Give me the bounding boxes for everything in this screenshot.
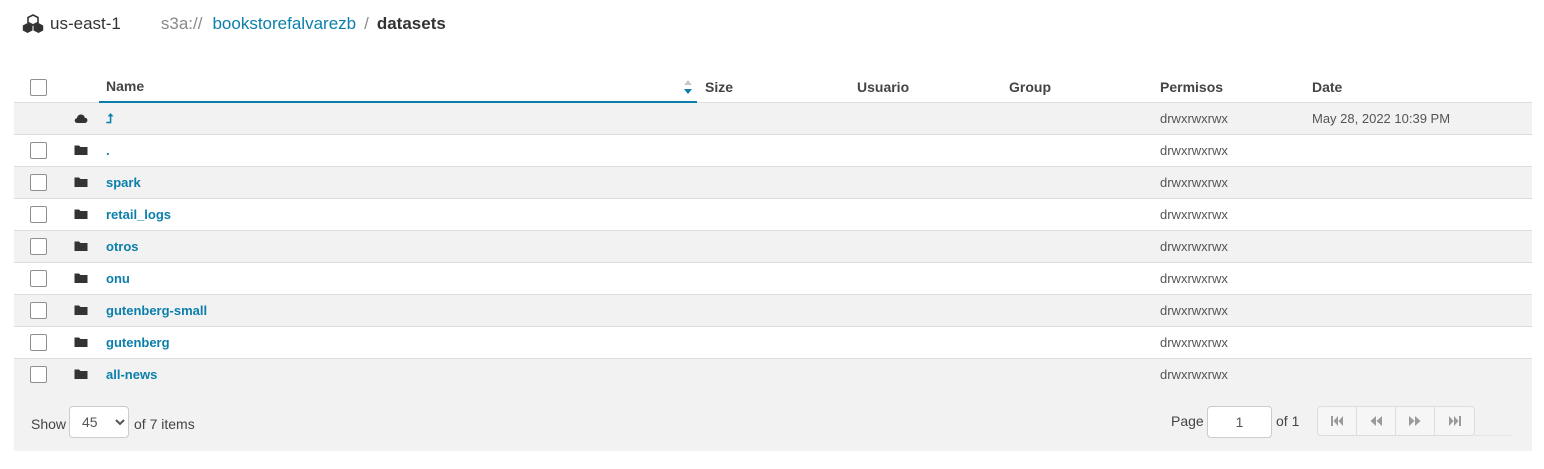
cubes-icon bbox=[22, 14, 44, 33]
folder-icon bbox=[74, 337, 88, 347]
folder-icon bbox=[74, 209, 88, 219]
folder-icon bbox=[74, 241, 88, 251]
page-label: Page bbox=[1171, 413, 1204, 429]
page-size-select[interactable]: 45 bbox=[69, 406, 129, 438]
fast-forward-icon bbox=[1409, 416, 1421, 426]
column-header-permissions[interactable]: Permisos bbox=[1160, 70, 1223, 103]
row-checkbox[interactable] bbox=[30, 366, 47, 383]
file-table: Name Size Usuario Group Permisos Date ⮥ … bbox=[14, 70, 1532, 391]
select-all-checkbox[interactable] bbox=[30, 79, 47, 96]
region-label: us-east-1 bbox=[50, 14, 121, 33]
items-count: of 7 items bbox=[134, 416, 195, 432]
region-selector[interactable]: us-east-1 bbox=[22, 14, 121, 34]
column-size-label: Size bbox=[705, 78, 734, 95]
sort-icon[interactable] bbox=[683, 79, 693, 95]
folder-link[interactable]: gutenberg bbox=[106, 335, 170, 350]
folder-link[interactable]: spark bbox=[106, 175, 141, 190]
table-row[interactable]: . drwxrwxrwx bbox=[14, 135, 1532, 167]
row-permissions: drwxrwxrwx bbox=[1160, 335, 1228, 350]
row-permissions: drwxrwxrwx bbox=[1160, 367, 1228, 382]
pager-divider bbox=[1474, 406, 1512, 436]
table-row[interactable]: retail_logs drwxrwxrwx bbox=[14, 199, 1532, 231]
row-permissions: drwxrwxrwx bbox=[1160, 175, 1228, 190]
table-row-parent[interactable]: ⮥ drwxrwxrwx May 28, 2022 10:39 PM bbox=[14, 103, 1532, 135]
folder-link[interactable]: retail_logs bbox=[106, 207, 171, 222]
next-page-button[interactable] bbox=[1396, 407, 1435, 435]
folder-icon bbox=[74, 177, 88, 187]
column-header-name[interactable]: Name bbox=[99, 70, 697, 103]
table-row[interactable]: all-news drwxrwxrwx bbox=[14, 359, 1532, 391]
column-name-label: Name bbox=[106, 77, 145, 94]
page-count: of 1 bbox=[1276, 413, 1300, 429]
row-permissions: drwxrwxrwx bbox=[1160, 143, 1228, 158]
row-checkbox[interactable] bbox=[30, 302, 47, 319]
pager-buttons bbox=[1317, 406, 1475, 436]
row-permissions: drwxrwxrwx bbox=[1160, 303, 1228, 318]
rewind-icon bbox=[1370, 416, 1382, 426]
folder-link[interactable]: . bbox=[106, 143, 110, 158]
table-row[interactable]: gutenberg-small drwxrwxrwx bbox=[14, 295, 1532, 327]
breadcrumb-current: datasets bbox=[376, 14, 446, 33]
table-header: Name Size Usuario Group Permisos Date bbox=[14, 70, 1532, 103]
breadcrumb-separator: / bbox=[364, 14, 369, 33]
fs-scheme: s3a:// bbox=[160, 14, 203, 33]
row-checkbox[interactable] bbox=[30, 238, 47, 255]
folder-icon bbox=[74, 273, 88, 283]
row-checkbox[interactable] bbox=[30, 270, 47, 287]
folder-link[interactable]: otros bbox=[106, 239, 139, 254]
first-page-icon bbox=[1331, 416, 1343, 426]
folder-link[interactable]: gutenberg-small bbox=[106, 303, 207, 318]
table-row[interactable]: gutenberg drwxrwxrwx bbox=[14, 327, 1532, 359]
cloud-icon bbox=[74, 114, 88, 123]
show-label: Show bbox=[31, 416, 67, 432]
page-number-input[interactable] bbox=[1207, 406, 1272, 438]
table-row[interactable]: spark drwxrwxrwx bbox=[14, 167, 1532, 199]
folder-icon bbox=[74, 145, 88, 155]
folder-link[interactable]: onu bbox=[106, 271, 130, 286]
table-row[interactable]: onu drwxrwxrwx bbox=[14, 263, 1532, 295]
column-permissions-label: Permisos bbox=[1160, 78, 1224, 95]
column-header-user[interactable]: Usuario bbox=[857, 70, 909, 103]
folder-icon bbox=[74, 369, 88, 379]
row-date: May 28, 2022 10:39 PM bbox=[1312, 111, 1451, 126]
row-permissions: drwxrwxrwx bbox=[1160, 111, 1228, 126]
row-checkbox[interactable] bbox=[30, 174, 47, 191]
folder-link[interactable]: all-news bbox=[106, 367, 157, 382]
column-header-date[interactable]: Date bbox=[1312, 70, 1342, 103]
previous-page-button[interactable] bbox=[1357, 407, 1396, 435]
parent-directory-link[interactable]: ⮥ bbox=[106, 111, 114, 127]
last-page-button[interactable] bbox=[1435, 407, 1474, 435]
last-page-icon bbox=[1448, 416, 1461, 426]
row-checkbox[interactable] bbox=[30, 142, 47, 159]
column-date-label: Date bbox=[1312, 78, 1343, 95]
row-checkbox[interactable] bbox=[30, 334, 47, 351]
row-permissions: drwxrwxrwx bbox=[1160, 239, 1228, 254]
column-group-label: Group bbox=[1009, 78, 1051, 95]
column-header-size[interactable]: Size bbox=[705, 70, 733, 103]
pagination-footer: Show 45 of 7 items Page of 1 bbox=[14, 391, 1532, 451]
column-user-label: Usuario bbox=[857, 78, 910, 95]
breadcrumb-bucket-link[interactable]: bookstorefalvarezb bbox=[212, 14, 356, 34]
row-permissions: drwxrwxrwx bbox=[1160, 207, 1228, 222]
folder-icon bbox=[74, 305, 88, 315]
first-page-button[interactable] bbox=[1318, 407, 1357, 435]
column-header-group[interactable]: Group bbox=[1009, 70, 1051, 103]
breadcrumb: us-east-1 s3a:// bookstorefalvarezb / da… bbox=[22, 11, 446, 37]
row-permissions: drwxrwxrwx bbox=[1160, 271, 1228, 286]
table-row[interactable]: otros drwxrwxrwx bbox=[14, 231, 1532, 263]
row-checkbox[interactable] bbox=[30, 206, 47, 223]
